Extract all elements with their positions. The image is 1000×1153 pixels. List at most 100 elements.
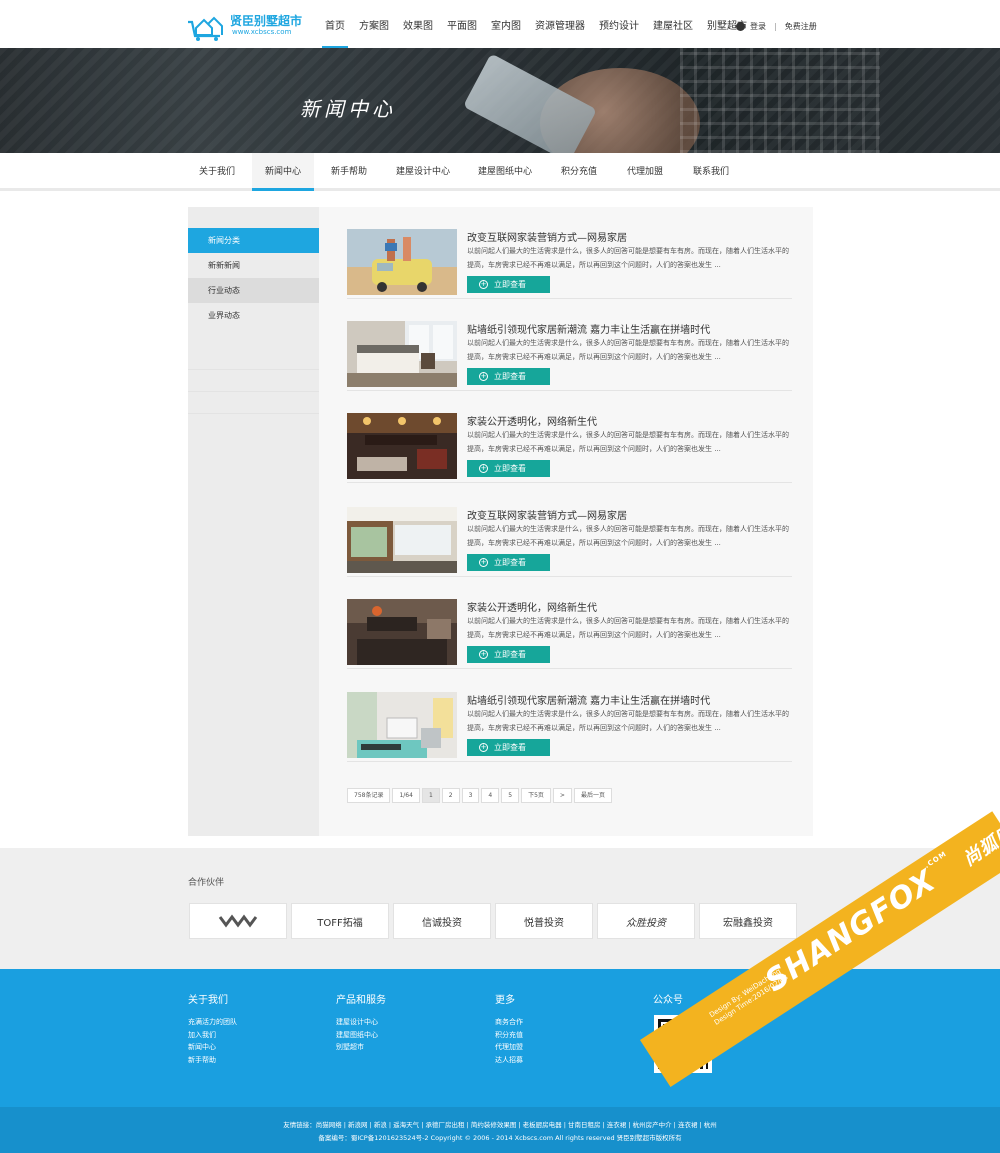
banner-plaid-image [680,48,880,153]
view-button-label: 立即查看 [494,372,526,381]
view-button[interactable]: + 立即查看 [467,554,550,571]
footer-col-about: 关于我们 充满活力的团队 加入我们 新闻中心 新手帮助 [188,991,237,1066]
view-button[interactable]: + 立即查看 [467,739,550,756]
sidebar-item-latest[interactable]: 新新新闻 [188,253,319,278]
friend-links[interactable]: 友情链接：尚猫网络 | 新浪网 | 新浪 | 遥海天气 | 承德厂房出租 | 简… [0,1119,1000,1129]
pager-page-info: 1/64 [392,788,420,803]
footer-link[interactable]: 新手帮助 [188,1054,237,1067]
pager-next[interactable]: > [552,788,572,803]
subnav-design-center[interactable]: 建屋设计中心 [384,153,462,191]
news-thumbnail[interactable] [347,321,457,387]
partner-logo[interactable]: 信诚投资 [393,903,491,939]
partner-logo[interactable]: 悦普投资 [495,903,593,939]
divider: | [774,22,777,31]
nav-community[interactable]: 建屋社区 [646,0,700,48]
view-button[interactable]: + 立即查看 [467,646,550,663]
sidebar-item-industry[interactable]: 行业动态 [188,278,319,303]
news-thumbnail[interactable] [347,599,457,665]
footer-link[interactable]: 建屋图纸中心 [336,1029,386,1042]
footer-col-more: 更多 商务合作 积分充值 代理加盟 达人招募 [495,991,523,1066]
news-desc: 以前问起人们最大的生活需求是什么，很多人的回答可能是想要有车有房。而现在，随着人… [467,710,789,732]
news-title[interactable]: 家装公开透明化，网络新生代 [467,413,597,428]
footer-link[interactable]: 商务合作 [495,1016,523,1029]
partners-label: 合作伙伴 [188,878,225,888]
view-button[interactable]: + 立即查看 [467,368,550,385]
divider [347,668,792,669]
pager-page-4[interactable]: 4 [481,788,500,803]
news-thumbnail[interactable] [347,413,457,479]
plus-circle-icon: + [479,650,488,659]
house-cart-icon [188,16,223,41]
news-desc: 以前问起人们最大的生活需求是什么，很多人的回答可能是想要有车有房。而现在，随着人… [467,525,789,547]
partner-logo[interactable] [189,903,287,939]
register-link[interactable]: 免费注册 [785,21,817,32]
footer-heading: 公众号 [653,995,683,1006]
news-title[interactable]: 贴墙纸引领现代家居新潮流 嘉力丰让生活赢在拼墙时代 [467,321,710,336]
plus-circle-icon: + [479,280,488,289]
subnav-contact[interactable]: 联系我们 [680,153,742,191]
pager-last[interactable]: 最后一页 [573,788,612,803]
divider [347,761,792,762]
nav-renderings[interactable]: 效果图 [396,0,440,48]
wave-logo-icon [218,914,258,928]
copyright: 备案编号：蜀ICP备12016235​24号-2 Copyright © 200… [318,1134,682,1142]
news-thumbnail[interactable] [347,229,457,295]
footer-link[interactable]: 新闻中心 [188,1041,237,1054]
news-item: 改变互联网家装营销方式—网易家居 以前问起人们最大的生活需求是什么，很多人的回答… [347,207,792,299]
view-button[interactable]: + 立即查看 [467,276,550,293]
footer-link[interactable]: 代理加盟 [495,1041,523,1054]
news-title[interactable]: 贴墙纸引领现代家居新潮流 嘉力丰让生活赢在拼墙时代 [467,692,710,707]
partner-logo[interactable]: TOFF拓福 [291,903,389,939]
subnav-drawing-center[interactable]: 建屋图纸中心 [466,153,544,191]
footer-link[interactable]: 达人招募 [495,1054,523,1067]
watermark-brand-cn: 尚狐网络 [959,811,1000,871]
nav-booking-design[interactable]: 预约设计 [592,0,646,48]
divider [188,391,319,392]
divider [188,413,319,414]
view-button-label: 立即查看 [494,650,526,659]
footer-link[interactable]: 别墅超市 [336,1041,386,1054]
pager-next-5[interactable]: 下5页 [521,788,551,803]
news-title[interactable]: 家装公开透明化，网络新生代 [467,599,597,614]
subnav-help[interactable]: 新手帮助 [318,153,380,191]
pager-page-1[interactable]: 1 [421,788,440,803]
partner-logo[interactable]: 宏融鑫投资 [699,903,797,939]
footer-link[interactable]: 积分充值 [495,1029,523,1042]
footer-col-products: 产品和服务 建屋设计中心 建屋图纸中心 别墅超市 [336,991,386,1054]
news-thumbnail[interactable] [347,692,457,758]
nav-plans[interactable]: 方案图 [352,0,396,48]
nav-resource-manager[interactable]: 资源管理器 [528,0,592,48]
pagination: 758条记录 1/64 1 2 3 4 5 下5页 > 最后一页 [347,788,614,803]
plus-circle-icon: + [479,464,488,473]
pager-total: 758条记录 [347,788,391,803]
subnav-about[interactable]: 关于我们 [186,153,248,191]
site-logo[interactable]: 贤臣别墅超市 www.xcbscs.com [186,12,302,42]
pager-page-5[interactable]: 5 [501,788,520,803]
user-icon [736,22,745,31]
news-title[interactable]: 改变互联网家装营销方式—网易家居 [467,507,627,522]
news-item: 家装公开透明化，网络新生代 以前问起人们最大的生活需求是什么，很多人的回答可能是… [347,577,792,669]
nav-interior[interactable]: 室内图 [484,0,528,48]
news-item: 家装公开透明化，网络新生代 以前问起人们最大的生活需求是什么，很多人的回答可能是… [347,391,792,483]
footer-bottom-bar: 友情链接：尚猫网络 | 新浪网 | 新浪 | 遥海天气 | 承德厂房出租 | 简… [0,1107,1000,1153]
sidebar-item-sector[interactable]: 业界动态 [188,303,319,328]
pager-page-2[interactable]: 2 [441,788,460,803]
login-link[interactable]: 登录 [750,21,766,32]
nav-home[interactable]: 首页 [318,0,352,48]
footer-link[interactable]: 建屋设计中心 [336,1016,386,1029]
pager-page-3[interactable]: 3 [461,788,480,803]
footer-heading: 关于我们 [188,995,228,1006]
news-thumbnail[interactable] [347,507,457,573]
logo-text: 贤臣别墅超市 [230,14,303,28]
view-button[interactable]: + 立即查看 [467,460,550,477]
nav-floor-plans[interactable]: 平面图 [440,0,484,48]
footer-link[interactable]: 加入我们 [188,1029,237,1042]
subnav-points[interactable]: 积分充值 [548,153,610,191]
plus-circle-icon: + [479,372,488,381]
footer-link[interactable]: 充满活力的团队 [188,1016,237,1029]
subnav-news[interactable]: 新闻中心 [252,153,314,191]
sidebar-item-category[interactable]: 新闻分类 [188,228,319,253]
partner-logo[interactable]: 众胜投资 [597,903,695,939]
subnav-agency[interactable]: 代理加盟 [614,153,676,191]
news-title[interactable]: 改变互联网家装营销方式—网易家居 [467,229,627,244]
